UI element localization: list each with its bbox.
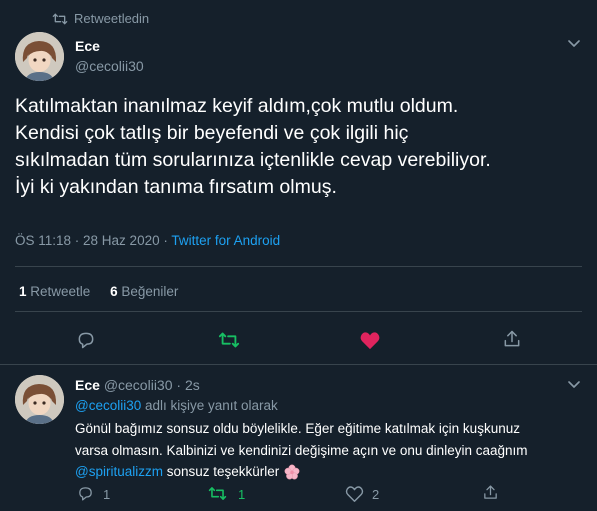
divider — [15, 311, 582, 312]
avatar[interactable] — [15, 32, 64, 81]
retweet-count: 1 — [19, 284, 27, 299]
tweet-stats: 1 Retweetle 6 Beğeniler — [19, 284, 178, 299]
retweet-context-label: Retweetledin — [74, 11, 150, 26]
tweet-text-line: sıkılmadan tüm sorularınıza içtenlikle c… — [15, 149, 491, 171]
like-count: 2 — [372, 487, 380, 502]
reply-header: Ece @cecolii30 · 2s — [75, 377, 200, 393]
like-count: 6 — [110, 284, 118, 299]
reply-to-mention[interactable]: @cecolii30 — [75, 398, 141, 413]
author-name[interactable]: Ece — [75, 38, 100, 54]
retweet-context-icon — [52, 12, 68, 26]
retweet-icon[interactable] — [208, 485, 227, 502]
retweet-count: 1 — [238, 487, 246, 502]
reply-text: Gönül bağımız sonsuz oldu böylelikle. Eğ… — [75, 418, 528, 483]
like-stat[interactable]: 6 Beğeniler — [110, 284, 178, 299]
retweet-stat-label: Retweetle — [30, 284, 91, 299]
timestamp[interactable]: ÖS 11:18 · 28 Haz 2020 · — [15, 233, 171, 248]
share-icon[interactable] — [482, 484, 499, 501]
reply-text-line: @spiritualizzm sonsuz teşekkürler — [75, 461, 528, 483]
chevron-down-icon[interactable] — [568, 40, 580, 48]
timestamp[interactable]: 2s — [185, 377, 200, 393]
reply-icon[interactable] — [76, 330, 96, 350]
reply-to-label: adlı kişiye yanıt olarak — [141, 398, 278, 413]
divider — [15, 266, 582, 267]
tweet-text-line: Katılmaktan inanılmaz keyif aldım,çok mu… — [15, 95, 459, 117]
divider — [0, 364, 597, 365]
avatar[interactable] — [15, 375, 64, 424]
author-name[interactable]: Ece — [75, 377, 100, 393]
reply-count: 1 — [103, 487, 111, 502]
retweet-icon[interactable] — [218, 330, 240, 350]
reply-text-suffix: sonsuz teşekkürler — [162, 464, 280, 479]
like-stat-label: Beğeniler — [121, 284, 179, 299]
source-link[interactable]: Twitter for Android — [171, 233, 280, 248]
like-icon[interactable] — [345, 485, 364, 502]
tweet-text-line: İyi ki yakından tanıma fırsatım olmuş. — [15, 176, 337, 198]
cherry-blossom-icon — [284, 464, 300, 480]
chevron-down-icon[interactable] — [568, 381, 580, 389]
tweet-meta: ÖS 11:18 · 28 Haz 2020 · Twitter for And… — [15, 233, 280, 248]
reply-text-line: Gönül bağımız sonsuz oldu böylelikle. Eğ… — [75, 421, 520, 436]
reply-context: @cecolii30 adlı kişiye yanıt olarak — [75, 398, 278, 413]
time-separator: · — [176, 377, 182, 393]
mention-link[interactable]: @spiritualizzm — [75, 461, 163, 483]
author-handle[interactable]: @cecolii30 — [104, 377, 173, 393]
reply-text-line: varsa olmasın. Kalbinizi ve kendinizi de… — [75, 442, 528, 458]
like-icon[interactable] — [359, 330, 381, 350]
retweet-stat[interactable]: 1 Retweetle — [19, 284, 94, 299]
author-handle[interactable]: @cecolii30 — [75, 58, 144, 74]
tweet-text-line: Kendisi çok tatlış bir beyefendi ve çok … — [15, 122, 409, 144]
share-icon[interactable] — [502, 329, 522, 349]
tweet-text: Katılmaktan inanılmaz keyif aldım,çok mu… — [15, 93, 590, 201]
reply-icon[interactable] — [77, 485, 94, 502]
